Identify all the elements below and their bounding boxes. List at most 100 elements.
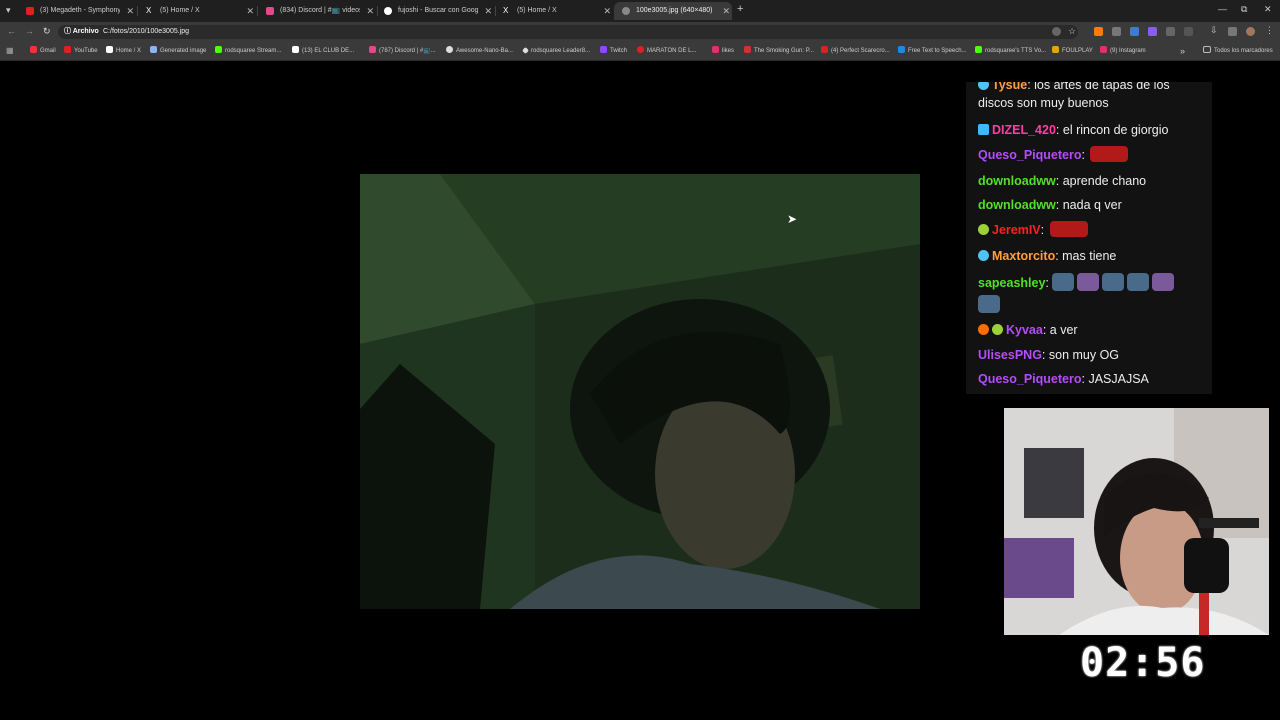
- bookmark-smoking-gun[interactable]: The Smoking Gun: P...: [744, 42, 814, 60]
- chat-badge-icon: [978, 82, 989, 90]
- all-bookmarks-folder[interactable]: Todos los marcadores: [1203, 42, 1273, 60]
- close-tab-icon[interactable]: ✕: [603, 2, 611, 20]
- bookmark-leaderboard[interactable]: rodsquaree Leader8...: [521, 42, 591, 60]
- url-text[interactable]: C:/fotos/2010/100e3005.jpg: [103, 26, 189, 38]
- chat-text: : JASJAJSA: [1081, 372, 1149, 386]
- bookmark-tts[interactable]: Free Text to Speech...: [898, 42, 967, 60]
- chat-username[interactable]: Kyvaa: [1006, 323, 1043, 337]
- bookmark-label: (787) Discord | #📺...: [379, 48, 436, 54]
- dancing-emote-icon: [1052, 273, 1075, 291]
- chat-message: Queso_Piquetero:: [978, 146, 1206, 164]
- chat-username[interactable]: Tysue: [992, 82, 1027, 92]
- bookmark-likes[interactable]: likes: [712, 42, 734, 60]
- zoom-icon[interactable]: [1052, 27, 1061, 36]
- close-tab-icon[interactable]: ✕: [126, 2, 134, 20]
- chat-username[interactable]: downloadww: [978, 174, 1056, 188]
- chat-message: Queso_Piquetero: JASJAJSA: [978, 370, 1206, 388]
- tab-discord[interactable]: (834) Discord | #📺 videos-cre ✕: [258, 2, 376, 20]
- bookmark-discord[interactable]: (787) Discord | #📺...: [369, 42, 436, 60]
- tab-home-x-1[interactable]: X (5) Home / X ✕: [138, 2, 256, 20]
- address-bar[interactable]: ⓘ Archivo C:/fotos/2010/100e3005.jpg ☆: [58, 25, 1078, 39]
- tab-home-x-2[interactable]: X (5) Home / X ✕: [495, 2, 613, 20]
- tab-strip: ▾ (3) Megadeth - Symphony Of D ✕ X (5) H…: [0, 0, 1280, 22]
- tab-title: (834) Discord | #📺 videos-cre: [280, 7, 360, 14]
- bookmark-youtube[interactable]: YouTube: [64, 42, 98, 60]
- extension-blue-icon[interactable]: [1130, 27, 1139, 36]
- bookmark-home-x[interactable]: Home / X: [106, 42, 141, 60]
- new-tab-button[interactable]: +: [737, 3, 743, 15]
- tab-image-active[interactable]: 100e3005.jpg (640×480) ✕: [614, 2, 732, 20]
- face-badge-icon: [978, 250, 989, 261]
- instagram-icon: [712, 46, 719, 53]
- chat-username[interactable]: JeremIV: [992, 223, 1041, 237]
- all-bookmarks-label: Todos los marcadores: [1214, 48, 1273, 54]
- discord-icon: [266, 7, 274, 15]
- cast-icon[interactable]: [1184, 27, 1193, 36]
- file-origin-chip[interactable]: ⓘ Archivo: [64, 26, 99, 38]
- tab-megadeth[interactable]: (3) Megadeth - Symphony Of D ✕: [18, 2, 136, 20]
- bookmark-tts-vo[interactable]: rodsquaree's TTS Vo...: [975, 42, 1046, 60]
- chat-username[interactable]: sapeashley: [978, 276, 1045, 290]
- more-bookmarks-icon[interactable]: »: [1180, 42, 1185, 60]
- close-tab-icon[interactable]: ✕: [366, 2, 374, 20]
- chat-text: : son muy OG: [1041, 348, 1120, 362]
- bookmark-instagram[interactable]: (9) Instagram: [1100, 42, 1146, 60]
- kick-icon: [215, 46, 222, 53]
- bookmark-foulplay[interactable]: FOULPLAY: [1052, 42, 1093, 60]
- back-icon[interactable]: ←: [7, 26, 16, 36]
- bookmark-gmail[interactable]: Gmail: [30, 42, 56, 60]
- reload-icon[interactable]: ↻: [43, 26, 51, 37]
- sidepanel-icon[interactable]: [1228, 27, 1237, 36]
- bookmark-star-icon[interactable]: ☆: [1068, 26, 1077, 36]
- tab-title: fujoshi - Buscar con Google: [398, 7, 478, 14]
- extension-orange-icon[interactable]: [1094, 27, 1103, 36]
- x-icon: X: [146, 6, 152, 15]
- bookmark-label: rodsquaree Leader8...: [531, 48, 591, 54]
- bookmark-kick-stream[interactable]: rodsquaree Stream...: [215, 42, 281, 60]
- extension-purple-icon[interactable]: [1148, 27, 1157, 36]
- bookmark-generated-image[interactable]: Generated image: [150, 42, 206, 60]
- chat-username[interactable]: DIZEL_420: [992, 123, 1056, 137]
- minimize-button[interactable]: —: [1218, 4, 1227, 14]
- bookmark-label: The Smoking Gun: P...: [754, 48, 814, 54]
- bookmark-github[interactable]: Awesome-Nano-Ba...: [446, 42, 513, 60]
- chat-text: : nada q ver: [1055, 198, 1122, 212]
- tab-title: (5) Home / X: [517, 7, 557, 14]
- info-icon: ⓘ: [64, 28, 71, 35]
- avatar[interactable]: [1246, 27, 1255, 36]
- close-window-button[interactable]: ✕: [1264, 4, 1272, 15]
- close-tab-icon[interactable]: ✕: [246, 2, 254, 20]
- bookmarks-bar: ▦ Gmail YouTube Home / X Generated image…: [0, 42, 1280, 61]
- download-icon[interactable]: ⇩: [1210, 25, 1219, 35]
- bookmark-label: FOULPLAY: [1062, 48, 1093, 54]
- forward-icon[interactable]: →: [25, 26, 34, 36]
- chat-username[interactable]: Queso_Piquetero: [978, 148, 1082, 162]
- apps-grid-icon[interactable]: ▦: [6, 42, 14, 60]
- twitch-icon: [600, 46, 607, 53]
- extensions-puzzle-icon[interactable]: [1166, 27, 1175, 36]
- chat-username[interactable]: downloadww: [978, 198, 1056, 212]
- extension-grid-icon[interactable]: [1112, 27, 1121, 36]
- youtube-icon: [64, 46, 71, 53]
- chat-username[interactable]: UlisesPNG: [978, 348, 1042, 362]
- dancing-emote-icon: [978, 295, 1000, 313]
- tab-search-icon[interactable]: ▾: [6, 5, 11, 16]
- bookmark-label: (13) EL CLUB DE...: [302, 48, 355, 54]
- red-car-emote-icon: [1049, 221, 1088, 237]
- chat-message: UlisesPNG: son muy OG: [978, 346, 1206, 364]
- discord-icon: [369, 46, 376, 53]
- chat-username[interactable]: Maxtorcito: [992, 249, 1055, 263]
- chat-username[interactable]: Queso_Piquetero: [978, 372, 1082, 386]
- close-tab-icon[interactable]: ✕: [722, 2, 730, 20]
- face-badge-icon: [992, 324, 1003, 335]
- bookmark-scarecrow[interactable]: (4) Perfect Scarecro...: [821, 42, 890, 60]
- chat-text: : el rincon de giorgio: [1055, 123, 1169, 137]
- bookmark-el-club[interactable]: (13) EL CLUB DE...: [292, 42, 354, 60]
- viewed-photo[interactable]: [360, 174, 920, 609]
- tab-google-search[interactable]: fujoshi - Buscar con Google ✕: [376, 2, 494, 20]
- restore-button[interactable]: ⧉: [1241, 4, 1247, 15]
- bookmark-maraton[interactable]: MARATON DE L...: [637, 42, 696, 60]
- bookmark-twitch[interactable]: Twitch: [600, 42, 627, 60]
- menu-kebab-icon[interactable]: ⋮: [1265, 25, 1274, 35]
- close-tab-icon[interactable]: ✕: [484, 2, 492, 20]
